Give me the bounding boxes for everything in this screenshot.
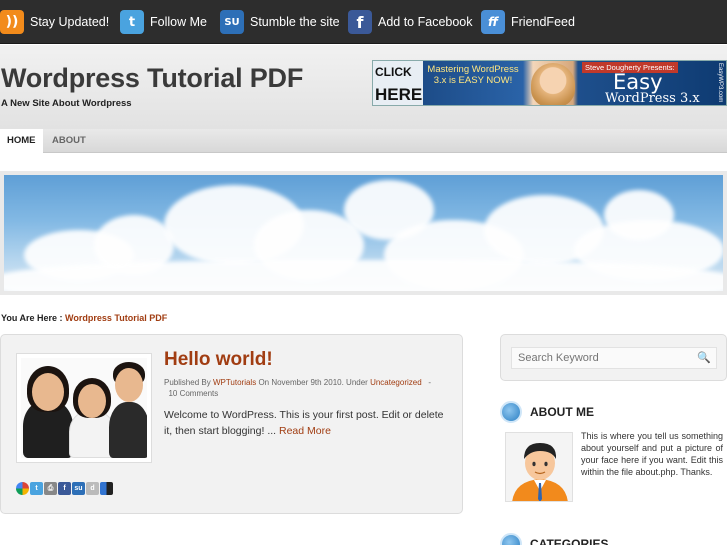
nav-about[interactable]: ABOUT [45,129,93,153]
author-link[interactable]: WPTutorials [213,378,256,387]
category-link[interactable]: Uncategorized [370,378,422,387]
meta-prefix: Published By [164,378,211,387]
rss-icon: )) [0,10,24,34]
about-me-heading: ABOUT ME [500,401,594,423]
easy-wordpress-banner-ad[interactable]: CLICK HERE Mastering WordPress 3.x is EA… [372,60,727,106]
twitter-icon[interactable]: t [30,482,43,495]
header-cloud-image [0,171,727,295]
main-nav: HOME ABOUT [0,129,727,153]
read-more-link[interactable]: Read More [279,425,331,437]
ad-url-text: EasyWP3.com [717,63,723,103]
ad-here-text: HERE [375,85,423,104]
stumble-link[interactable]: SU Stumble the site [220,9,340,35]
site-tagline: A New Site About Wordpress [1,98,132,109]
nav-home[interactable]: HOME [0,129,43,153]
friendfeed-link[interactable]: ff FriendFeed [481,9,575,35]
stay-updated-link[interactable]: )) Stay Updated! [0,9,109,35]
breadcrumb: You Are Here : Wordpress Tutorial PDF [1,313,167,323]
person-face [78,384,106,418]
post-card: Hello world! Published By WPTutorials On… [0,334,463,514]
post-meta: Published By WPTutorials On November 9th… [164,377,449,399]
ad-mastering-text: Mastering WordPress 3.x is EASY NOW! [427,64,519,86]
follow-me-label: Follow Me [150,15,207,29]
meta-separator: - [428,378,432,387]
ad-presenter-photo [531,63,575,105]
post-thumbnail[interactable] [16,353,152,463]
twitter-icon: t [120,10,144,34]
avatar-icon [512,443,568,501]
share-icons: t ⎙ f su d [16,482,113,495]
meta-date: On November 9th 2010. Under [258,378,368,387]
about-me-text: This is where you tell us something abou… [581,431,723,477]
wordpress-icon [500,533,522,545]
post-title-link[interactable]: Hello world! [164,349,273,371]
person-body [109,402,147,458]
about-me-title: ABOUT ME [530,405,594,419]
ad-wordpress-text: WordPress 3.x [605,91,700,106]
ad-click-text: CLICK [375,65,412,79]
google-icon[interactable] [16,482,29,495]
search-icon[interactable]: 🔍 [697,351,711,364]
stumbleupon-icon: SU [220,10,244,34]
add-to-facebook-label: Add to Facebook [378,15,473,29]
business-people-photo [21,358,147,458]
cloud-sky [4,175,723,291]
search-input[interactable] [511,347,717,369]
cloud-bank [4,260,723,291]
comments-link[interactable]: 10 Comments [168,389,218,398]
facebook-icon[interactable]: f [58,482,71,495]
friendfeed-label: FriendFeed [511,15,575,29]
delicious-icon[interactable] [100,482,113,495]
site-header: Wordpress Tutorial PDF A New Site About … [0,45,727,129]
wordpress-icon [500,401,522,423]
follow-me-link[interactable]: t Follow Me [120,9,207,35]
cloud [604,190,674,240]
friendfeed-icon: ff [481,10,505,34]
avatar [505,432,573,502]
stumbleupon-icon[interactable]: su [72,482,85,495]
person-face [32,373,64,411]
social-bar: )) Stay Updated! t Follow Me SU Stumble … [0,0,727,44]
site-title[interactable]: Wordpress Tutorial PDF [1,63,303,94]
search-widget: 🔍 [500,334,727,381]
print-icon[interactable]: ⎙ [44,482,57,495]
stumble-label: Stumble the site [250,15,340,29]
breadcrumb-prefix: You Are Here : [1,313,63,323]
categories-heading: CATEGORIES [500,533,608,545]
stay-updated-label: Stay Updated! [30,15,110,29]
add-to-facebook-link[interactable]: f Add to Facebook [348,9,473,35]
digg-icon[interactable]: d [86,482,99,495]
facebook-icon: f [348,10,372,34]
person-face [115,368,143,402]
breadcrumb-current-link[interactable]: Wordpress Tutorial PDF [65,313,167,323]
categories-title: CATEGORIES [530,537,609,545]
post-excerpt: Welcome to WordPress. This is your first… [164,407,449,439]
